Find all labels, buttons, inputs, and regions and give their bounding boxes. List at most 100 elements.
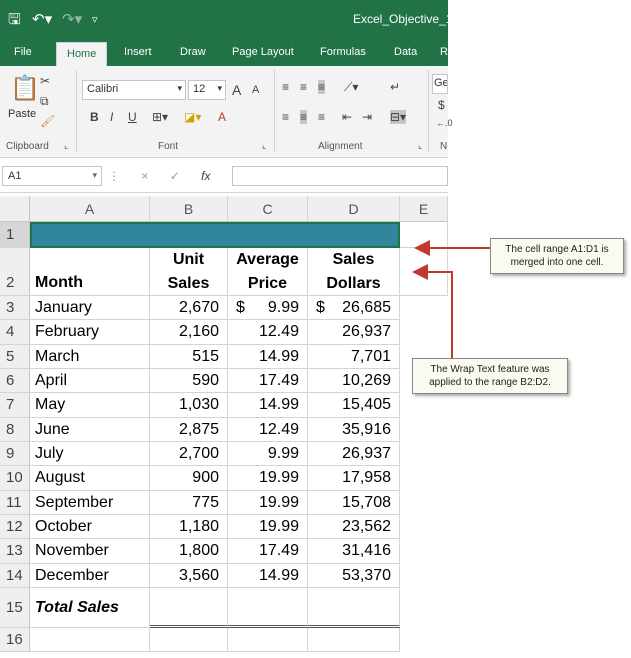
customize-qat-icon[interactable]: ▿ (92, 11, 98, 29)
row-header-12[interactable]: 12 (0, 514, 30, 540)
cell-e1[interactable] (400, 222, 448, 248)
row-header-14[interactable]: 14 (0, 563, 30, 588)
cell-month[interactable]: May (30, 393, 150, 418)
column-header-d[interactable]: D (308, 196, 400, 222)
cell-dollars[interactable]: 31,416 (308, 539, 400, 564)
cell-dollars[interactable]: 7,701 (308, 344, 400, 369)
cell-price[interactable]: 12.49 (228, 417, 308, 442)
row-header-1[interactable]: 1 (0, 222, 30, 248)
cell-e2[interactable] (400, 248, 448, 296)
tab-review-partial[interactable]: R (440, 46, 448, 58)
increase-font-size-button[interactable]: A (232, 82, 241, 98)
cell-price[interactable]: 14.99 (228, 393, 308, 418)
row-header-16[interactable]: 16 (0, 628, 30, 652)
cell-month[interactable]: July (30, 441, 150, 467)
cancel-icon[interactable]: × (141, 169, 148, 183)
cut-icon[interactable]: ✂ (40, 74, 50, 88)
cell-a15-total-sales[interactable]: Total Sales (30, 588, 150, 628)
cell-unit-sales[interactable]: 2,700 (150, 441, 228, 467)
cell-unit-sales[interactable]: 2,670 (150, 296, 228, 321)
align-right-icon[interactable]: ≡ (318, 110, 325, 124)
cell-unit-sales[interactable]: 2,875 (150, 417, 228, 442)
cell-price[interactable]: 17.49 (228, 368, 308, 394)
redo-icon[interactable]: ↷▾ (62, 11, 82, 29)
cell-dollars[interactable]: 15,708 (308, 490, 400, 515)
number-format-select[interactable]: Ge (432, 74, 448, 94)
cell-dollars[interactable]: 53,370 (308, 563, 400, 588)
cell-price[interactable]: 14.99 (228, 563, 308, 588)
cell-dollars[interactable]: 17,958 (308, 466, 400, 491)
paste-icon[interactable]: 📋 (10, 74, 40, 103)
tab-data[interactable]: Data (394, 46, 417, 58)
row-header-4[interactable]: 4 (0, 320, 30, 345)
enter-icon[interactable]: ✓ (170, 169, 180, 183)
borders-icon[interactable]: ⊞▾ (152, 110, 168, 124)
cell-a2-month[interactable]: Month (30, 248, 150, 296)
cell-dollars[interactable]: 10,269 (308, 368, 400, 394)
cell-month[interactable]: March (30, 344, 150, 369)
row-header-3[interactable]: 3 (0, 296, 30, 321)
cell-month[interactable]: February (30, 320, 150, 345)
orientation-icon[interactable]: ⟋▾ (344, 80, 358, 95)
tab-draw[interactable]: Draw (180, 46, 206, 58)
select-all-corner[interactable] (0, 196, 30, 222)
row-header-2[interactable]: 2 (0, 248, 30, 296)
cell-a16[interactable] (30, 628, 150, 652)
cell-unit-sales[interactable]: 1,030 (150, 393, 228, 418)
cell-d16[interactable] (308, 628, 400, 652)
row-header-10[interactable]: 10 (0, 466, 30, 491)
cell-month[interactable]: December (30, 563, 150, 588)
cell-c2-average-price[interactable]: Average Price (228, 248, 308, 296)
cell-dollars[interactable]: 26,937 (308, 441, 400, 467)
cell-price[interactable]: 14.99 (228, 344, 308, 369)
cell-b2-unit-sales[interactable]: Unit Sales (150, 248, 228, 296)
row-header-5[interactable]: 5 (0, 344, 30, 369)
row-header-13[interactable]: 13 (0, 539, 30, 564)
font-color-button[interactable]: A (218, 110, 226, 124)
cell-price[interactable]: 9.99 (228, 441, 308, 467)
decrease-indent-icon[interactable]: ⇤ (342, 110, 352, 124)
cell-unit-sales[interactable]: 775 (150, 490, 228, 515)
cell-month[interactable]: January (30, 296, 150, 321)
font-size-select[interactable]: 12 ▾ (188, 80, 226, 100)
fill-color-icon[interactable]: ◪▾ (184, 110, 201, 124)
name-box[interactable]: A1 ▾ (2, 166, 102, 186)
wrap-text-icon[interactable]: ↵ (390, 80, 400, 94)
cell-price[interactable]: 19.99 (228, 514, 308, 540)
column-header-e[interactable]: E (400, 196, 448, 222)
cell-unit-sales[interactable]: 3,560 (150, 563, 228, 588)
clipboard-launcher-icon[interactable]: ⌞ (64, 140, 68, 151)
cell-price[interactable]: $9.99 (228, 296, 308, 321)
font-launcher-icon[interactable]: ⌞ (262, 140, 266, 151)
row-header-9[interactable]: 9 (0, 441, 30, 467)
cell-unit-sales[interactable]: 590 (150, 368, 228, 394)
cell-dollars[interactable]: 35,916 (308, 417, 400, 442)
row-header-8[interactable]: 8 (0, 417, 30, 442)
decrease-font-size-button[interactable]: A (252, 84, 259, 96)
cell-c15[interactable] (228, 588, 308, 628)
column-header-c[interactable]: C (228, 196, 308, 222)
cell-month[interactable]: June (30, 417, 150, 442)
paste-button[interactable]: Paste (8, 108, 36, 120)
row-header-11[interactable]: 11 (0, 490, 30, 515)
cell-price[interactable]: 17.49 (228, 539, 308, 564)
tab-file[interactable]: File (14, 46, 32, 58)
copy-icon[interactable]: ⧉ (40, 94, 49, 109)
cell-unit-sales[interactable]: 515 (150, 344, 228, 369)
merge-center-icon[interactable]: ⊟▾ (390, 110, 407, 124)
insert-function-icon[interactable]: fx (201, 169, 210, 183)
font-name-select[interactable]: Calibri ▾ (82, 80, 186, 100)
tab-formulas[interactable]: Formulas (320, 46, 366, 58)
align-center-icon[interactable]: ≡ (300, 110, 308, 124)
tab-insert[interactable]: Insert (124, 46, 152, 58)
underline-button[interactable]: U (128, 110, 137, 124)
increase-indent-icon[interactable]: ⇥ (362, 110, 372, 124)
increase-decimal-icon[interactable]: ←.0 (436, 118, 453, 128)
cell-d15[interactable] (308, 588, 400, 628)
cell-dollars[interactable]: 23,562 (308, 514, 400, 540)
middle-align-icon[interactable]: ≡ (300, 80, 307, 94)
cell-price[interactable]: 19.99 (228, 490, 308, 515)
cell-month[interactable]: October (30, 514, 150, 540)
cell-d2-sales-dollars[interactable]: Sales Dollars (308, 248, 400, 296)
format-painter-icon[interactable]: 🖌 (40, 114, 55, 128)
